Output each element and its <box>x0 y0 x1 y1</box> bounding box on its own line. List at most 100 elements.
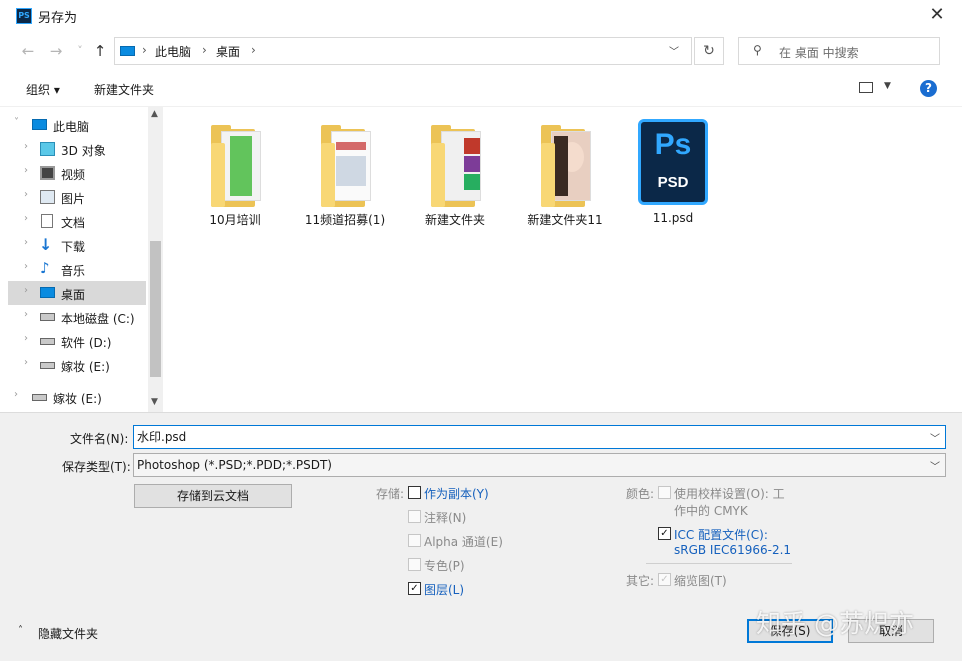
scroll-up-icon[interactable]: ▲ <box>151 109 158 119</box>
file-item-psd[interactable]: Ps PSD 11.psd <box>623 117 723 227</box>
navigation-bar: ← → ˅ ↑ › 此电脑 › 桌面 › ﹀ ↻ ⚲ 在 桌面 中搜索 <box>0 31 962 71</box>
file-name-label: 11.psd <box>652 211 694 225</box>
proof-setup-label-line2: 作中的 CMYK <box>674 504 748 518</box>
title-bar: PS 另存为 ✕ <box>0 0 962 31</box>
file-name-label: 新建文件夹11 <box>527 213 603 227</box>
sidebar-item-dowry-e-root[interactable]: › 嫁妆 (E:) <box>8 385 146 409</box>
sidebar-scrollbar[interactable]: ▲ ▼ <box>148 107 163 412</box>
chevron-right-icon[interactable]: › <box>251 43 256 57</box>
sidebar-item-pictures[interactable]: › 图片 <box>8 185 146 209</box>
sidebar-item-downloads[interactable]: › ↓ 下载 <box>8 233 146 257</box>
file-item-folder[interactable]: 10月培训 <box>185 117 285 227</box>
chevron-right-icon[interactable]: › <box>24 333 28 344</box>
search-icon: ⚲ <box>753 43 762 57</box>
psd-file-icon: Ps PSD <box>638 119 708 205</box>
drive-icon <box>40 362 55 369</box>
computer-icon <box>120 46 135 56</box>
sidebar-item-label: 视频 <box>61 168 86 182</box>
new-folder-button[interactable]: 新建文件夹 <box>94 81 154 98</box>
breadcrumb-desktop[interactable]: 桌面 <box>216 43 240 60</box>
thumbnail-checkbox: ✓ <box>658 573 671 586</box>
icc-profile-checkbox[interactable]: ✓ <box>658 527 671 540</box>
scroll-down-icon[interactable]: ▼ <box>151 397 158 407</box>
cube-icon <box>40 142 55 156</box>
chevron-right-icon[interactable]: › <box>24 213 28 224</box>
drive-icon <box>40 313 55 321</box>
refresh-button[interactable]: ↻ <box>694 37 724 65</box>
as-copy-checkbox[interactable] <box>408 486 421 499</box>
sidebar-item-label: 音乐 <box>61 264 86 278</box>
file-item-folder[interactable]: 新建文件夹 <box>405 117 505 227</box>
up-arrow-icon[interactable]: ↑ <box>90 41 110 61</box>
chevron-right-icon[interactable]: › <box>14 389 18 400</box>
options-divider <box>646 563 792 564</box>
view-options-icon[interactable] <box>859 82 873 93</box>
icc-profile-label: ICC 配置文件(C): <box>674 528 768 542</box>
chevron-right-icon[interactable]: › <box>202 43 207 57</box>
file-item-folder[interactable]: 11频道招募(1) <box>295 117 395 227</box>
filetype-dropdown-icon[interactable]: ﹀ <box>930 458 940 473</box>
close-button[interactable]: ✕ <box>912 0 962 31</box>
sidebar-item-music[interactable]: › ♪ 音乐 <box>8 257 146 281</box>
drive-icon <box>40 338 55 345</box>
save-to-cloud-button[interactable]: 存储到云文档 <box>134 484 292 508</box>
filename-input[interactable]: 水印.psd <box>133 425 946 449</box>
organize-menu-button[interactable]: 组织 ▾ <box>26 81 60 98</box>
sidebar-item-label: 嫁妆 (E:) <box>53 392 102 406</box>
address-bar[interactable]: › 此电脑 › 桌面 › ﹀ <box>114 37 692 65</box>
chevron-right-icon[interactable]: › <box>24 165 28 176</box>
folder-icon <box>321 125 383 207</box>
sidebar-item-label: 文档 <box>61 216 86 230</box>
chevron-right-icon[interactable]: › <box>24 261 28 272</box>
sidebar-item-software-d[interactable]: › 软件 (D:) <box>8 329 146 353</box>
sidebar-item-3d-objects[interactable]: › 3D 对象 <box>8 137 146 161</box>
sidebar-item-videos[interactable]: › 视频 <box>8 161 146 185</box>
chevron-right-icon[interactable]: › <box>142 43 147 57</box>
sidebar-item-documents[interactable]: › 文档 <box>8 209 146 233</box>
chevron-right-icon[interactable]: › <box>24 309 28 320</box>
help-icon[interactable]: ? <box>920 80 937 97</box>
filetype-label: 保存类型(T): <box>62 460 131 474</box>
chevron-right-icon[interactable]: › <box>24 237 28 248</box>
psd-icon-subtext: PSD <box>657 174 689 191</box>
breadcrumb-this-pc[interactable]: 此电脑 <box>155 43 191 60</box>
filename-dropdown-icon[interactable]: ﹀ <box>930 430 940 445</box>
address-dropdown-icon[interactable]: ﹀ <box>669 43 679 58</box>
search-input[interactable]: ⚲ 在 桌面 中搜索 <box>738 37 940 65</box>
file-item-folder[interactable]: 新建文件夹11 <box>515 117 615 227</box>
chevron-right-icon[interactable]: › <box>24 357 28 368</box>
desktop-icon <box>40 287 55 298</box>
folder-icon <box>431 125 493 207</box>
filetype-select[interactable]: Photoshop (*.PSD;*.PDD;*.PSDT) <box>133 453 946 477</box>
save-as-dialog: PS 另存为 ✕ ← → ˅ ↑ › 此电脑 › 桌面 › ﹀ ↻ ⚲ 在 桌面… <box>0 0 962 661</box>
chevron-down-icon[interactable]: ˅ <box>14 117 19 128</box>
view-dropdown-icon[interactable]: ▼ <box>884 81 891 91</box>
sidebar-item-local-disk-c[interactable]: › 本地磁盘 (C:) <box>8 305 146 329</box>
filename-label: 文件名(N): <box>70 432 129 446</box>
recent-locations-dropdown-icon[interactable]: ˅ <box>70 41 90 61</box>
chevron-right-icon[interactable]: › <box>24 189 28 200</box>
chevron-right-icon[interactable]: › <box>24 141 28 152</box>
forward-arrow-icon[interactable]: → <box>46 41 66 61</box>
psd-icon-ps-text: Ps <box>654 128 692 161</box>
notes-checkbox <box>408 510 421 523</box>
search-placeholder: 在 桌面 中搜索 <box>779 46 859 60</box>
layers-checkbox[interactable]: ✓ <box>408 582 421 595</box>
thumbnail-label: 缩览图(T) <box>674 574 727 588</box>
file-list: 10月培训 11频道招募(1) 新建文件夹 新建文件夹11 Ps PSD 11.… <box>163 107 962 412</box>
file-name-label: 10月培训 <box>209 213 261 227</box>
chevron-right-icon[interactable]: › <box>24 285 28 296</box>
sidebar-item-dowry-e[interactable]: › 嫁妆 (E:) <box>8 353 146 377</box>
alpha-channels-checkbox <box>408 534 421 547</box>
alpha-channels-label: Alpha 通道(E) <box>424 535 503 549</box>
back-arrow-icon[interactable]: ← <box>18 41 38 61</box>
picture-icon <box>40 190 55 204</box>
scrollbar-thumb[interactable] <box>150 241 161 377</box>
proof-setup-checkbox <box>658 486 671 499</box>
sidebar-item-label: 嫁妆 (E:) <box>61 360 110 374</box>
other-options-label: 其它: <box>626 574 655 588</box>
sidebar-item-desktop[interactable]: › 桌面 <box>8 281 146 305</box>
color-options-label: 颜色: <box>626 487 655 501</box>
chevron-up-icon[interactable]: ˄ <box>18 625 23 636</box>
sidebar-item-this-pc[interactable]: ˅ 此电脑 <box>8 113 146 137</box>
